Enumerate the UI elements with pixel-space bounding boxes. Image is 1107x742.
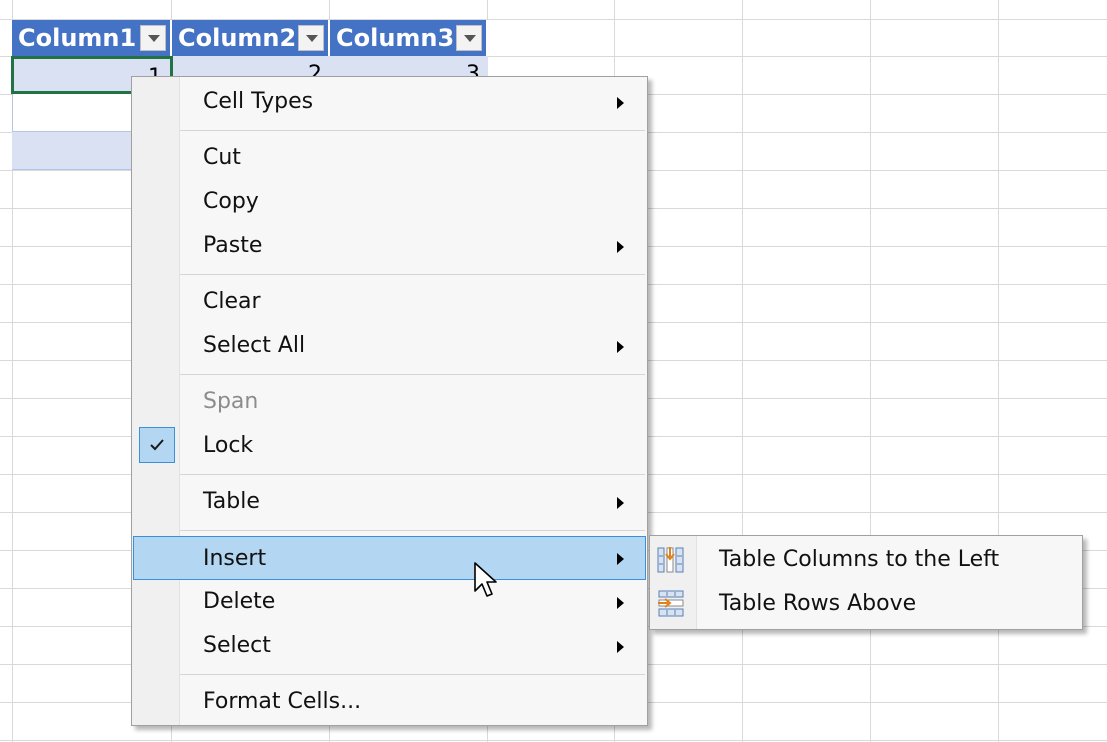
menu-item-copy[interactable]: Copy: [133, 180, 646, 224]
menu-item-paste[interactable]: Paste: [133, 224, 646, 268]
menu-item-label: Table: [203, 489, 260, 514]
context-menu: Cell Types Cut Copy Paste Clear Select A…: [131, 76, 648, 726]
menu-item-label: Paste: [203, 233, 263, 258]
menu-item-table-rows-above[interactable]: Table Rows Above: [651, 582, 1081, 626]
menu-item-clear[interactable]: Clear: [133, 280, 646, 324]
insert-columns-left-icon: [657, 546, 685, 580]
insert-rows-above-icon: [657, 590, 685, 624]
menu-item-label: Table Rows Above: [719, 591, 917, 616]
menu-item-label: Clear: [203, 289, 261, 314]
column-header[interactable]: Column1: [12, 20, 172, 56]
menu-item-label: Cut: [203, 145, 241, 170]
menu-item-span: Span: [133, 380, 646, 424]
menu-item-table[interactable]: Table: [133, 480, 646, 524]
menu-separator: [180, 130, 645, 131]
chevron-right-icon: [617, 553, 624, 565]
menu-item-label: Span: [203, 389, 259, 414]
menu-item-select[interactable]: Select: [133, 624, 646, 668]
menu-item-label: Table Columns to the Left: [719, 547, 1000, 572]
column-header[interactable]: Column2: [172, 20, 330, 56]
filter-dropdown-button[interactable]: [298, 25, 324, 51]
mouse-pointer-icon: [474, 562, 500, 606]
insert-submenu: Table Columns to the Left Table Rows Abo…: [649, 535, 1083, 630]
menu-item-label: Format Cells...: [203, 689, 362, 714]
menu-item-label: Select: [203, 633, 271, 658]
menu-item-lock[interactable]: Lock: [133, 424, 646, 468]
menu-separator: [180, 674, 645, 675]
chevron-right-icon: [617, 341, 624, 353]
chevron-down-icon: [464, 35, 476, 42]
filter-dropdown-button[interactable]: [456, 25, 482, 51]
menu-item-label: Lock: [203, 433, 254, 458]
column-header[interactable]: Column3: [330, 20, 488, 56]
chevron-down-icon: [148, 35, 160, 42]
menu-item-format-cells[interactable]: Format Cells...: [133, 680, 646, 724]
column-header-label: Column2: [178, 24, 297, 52]
menu-item-label: Delete: [203, 589, 276, 614]
chevron-right-icon: [617, 641, 624, 653]
grid-line: [870, 0, 871, 742]
menu-separator: [180, 274, 645, 275]
menu-item-insert[interactable]: Insert: [133, 536, 646, 580]
check-icon: [139, 427, 175, 463]
column-header-label: Column3: [336, 24, 455, 52]
menu-item-label: Cell Types: [203, 89, 314, 114]
chevron-down-icon: [306, 35, 318, 42]
menu-item-table-columns-left[interactable]: Table Columns to the Left: [651, 538, 1081, 582]
chevron-right-icon: [617, 597, 624, 609]
menu-separator: [180, 530, 645, 531]
filter-dropdown-button[interactable]: [140, 25, 166, 51]
column-header-label: Column1: [18, 24, 137, 52]
grid-line: [0, 740, 1107, 741]
chevron-right-icon: [617, 497, 624, 509]
chevron-right-icon: [617, 241, 624, 253]
menu-item-select-all[interactable]: Select All: [133, 324, 646, 368]
grid-line: [998, 0, 999, 742]
menu-item-cut[interactable]: Cut: [133, 136, 646, 180]
chevron-right-icon: [617, 97, 624, 109]
menu-item-label: Copy: [203, 189, 259, 214]
menu-item-cell-types[interactable]: Cell Types: [133, 80, 646, 124]
menu-item-delete[interactable]: Delete: [133, 580, 646, 624]
menu-separator: [180, 474, 645, 475]
menu-item-label: Select All: [203, 333, 306, 358]
menu-separator: [180, 374, 645, 375]
menu-item-label: Insert: [203, 546, 267, 571]
grid-line: [742, 0, 743, 742]
